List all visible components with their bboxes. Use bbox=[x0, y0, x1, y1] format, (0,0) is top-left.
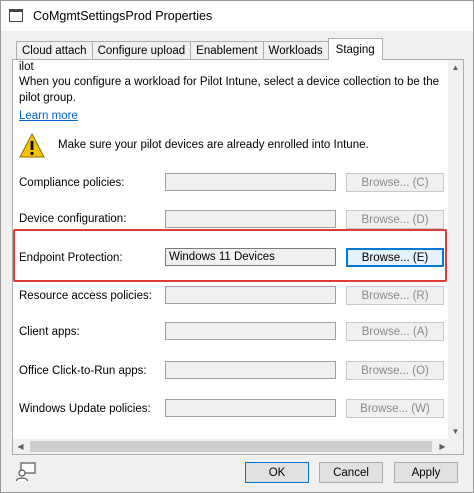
apply-button[interactable]: Apply bbox=[394, 462, 458, 483]
ok-button[interactable]: OK bbox=[245, 462, 309, 483]
compliance-browse-button[interactable]: Browse... (C) bbox=[346, 173, 444, 192]
scroll-down-arrow-icon[interactable]: ▼ bbox=[448, 424, 463, 439]
window-icon bbox=[9, 8, 25, 24]
title-bar: CoMgmtSettingsProd Properties bbox=[1, 1, 473, 31]
windows-update-field[interactable] bbox=[165, 399, 336, 417]
tab-workloads[interactable]: Workloads bbox=[262, 41, 329, 60]
windows-update-browse-button[interactable]: Browse... (W) bbox=[346, 399, 444, 418]
pilot-description: When you configure a workload for Pilot … bbox=[19, 76, 439, 104]
client-apps-field[interactable] bbox=[165, 322, 336, 340]
client-apps-browse-button[interactable]: Browse... (A) bbox=[346, 322, 444, 341]
staging-content: ilot When you configure a workload for P… bbox=[13, 60, 450, 439]
endpoint-protection-label: Endpoint Protection: bbox=[19, 252, 123, 264]
endpoint-protection-field[interactable]: Windows 11 Devices bbox=[165, 248, 336, 266]
horizontal-scroll-thumb[interactable] bbox=[30, 441, 432, 452]
resource-access-label: Resource access policies: bbox=[19, 290, 152, 302]
device-configuration-label: Device configuration: bbox=[19, 213, 127, 225]
tab-enablement[interactable]: Enablement bbox=[190, 41, 264, 60]
horizontal-scrollbar[interactable]: ◀ ▶ bbox=[13, 439, 450, 454]
scroll-up-arrow-icon[interactable]: ▲ bbox=[448, 60, 463, 75]
windows-update-label: Windows Update policies: bbox=[19, 403, 151, 415]
compliance-policies-label: Compliance policies: bbox=[19, 177, 125, 189]
scroll-left-arrow-icon[interactable]: ◀ bbox=[13, 439, 28, 454]
learn-more-link[interactable]: Learn more bbox=[19, 110, 78, 122]
cancel-button[interactable]: Cancel bbox=[319, 462, 383, 483]
resource-access-field[interactable] bbox=[165, 286, 336, 304]
office-click-to-run-browse-button[interactable]: Browse... (O) bbox=[346, 361, 444, 380]
console-user-icon[interactable] bbox=[15, 462, 37, 482]
warning-icon bbox=[19, 133, 45, 158]
endpoint-protection-browse-button[interactable]: Browse... (E) bbox=[346, 248, 444, 267]
scrollbar-corner bbox=[448, 439, 463, 454]
office-click-to-run-field[interactable] bbox=[165, 361, 336, 379]
vertical-scrollbar[interactable]: ▲ ▼ bbox=[448, 60, 463, 439]
compliance-policies-field[interactable] bbox=[165, 173, 336, 191]
resource-access-browse-button[interactable]: Browse... (R) bbox=[346, 286, 444, 305]
client-apps-label: Client apps: bbox=[19, 326, 80, 338]
tab-cloud-attach[interactable]: Cloud attach bbox=[16, 41, 93, 60]
device-configuration-browse-button[interactable]: Browse... (D) bbox=[346, 210, 444, 229]
properties-dialog: CoMgmtSettingsProd Properties Cloud atta… bbox=[0, 0, 474, 493]
office-click-to-run-label: Office Click-to-Run apps: bbox=[19, 365, 147, 377]
staging-panel: ilot When you configure a workload for P… bbox=[12, 59, 464, 455]
tab-configure-upload[interactable]: Configure upload bbox=[91, 41, 192, 60]
tab-staging[interactable]: Staging bbox=[327, 38, 383, 60]
tab-strip: Cloud attach Configure upload Enablement… bbox=[16, 38, 383, 60]
window-title: CoMgmtSettingsProd Properties bbox=[33, 9, 213, 23]
section-heading: ilot bbox=[19, 61, 34, 73]
device-configuration-field[interactable] bbox=[165, 210, 336, 228]
enrollment-warning: Make sure your pilot devices are already… bbox=[58, 139, 369, 151]
